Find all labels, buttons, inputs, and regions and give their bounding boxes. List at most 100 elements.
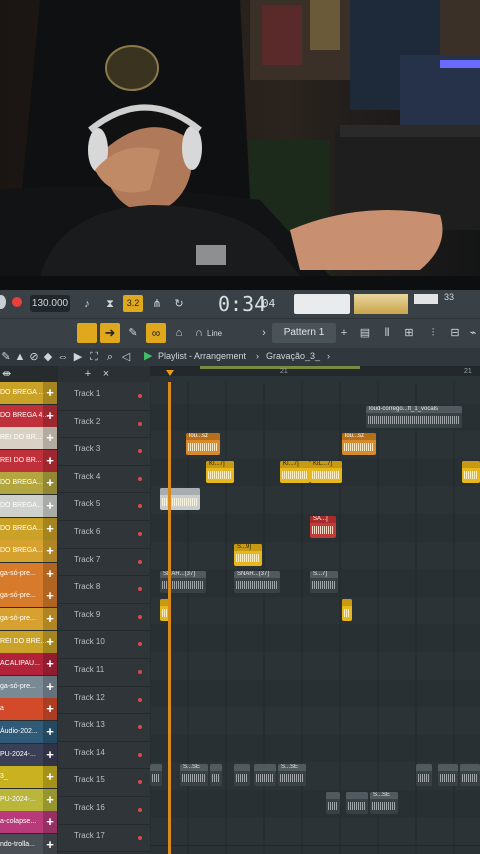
audio-clip[interactable] <box>326 792 340 814</box>
track-mute-led[interactable] <box>138 532 142 536</box>
track-mute-led[interactable] <box>138 421 142 426</box>
add-pattern-icon[interactable]: + <box>43 449 57 472</box>
tool-icon[interactable]: ✎ <box>0 348 12 366</box>
add-pattern-icon[interactable]: + <box>43 608 57 630</box>
prev-pattern-icon[interactable]: › <box>259 324 269 342</box>
add-pattern-icon[interactable]: + <box>43 427 57 450</box>
track-mute-led[interactable] <box>138 670 142 674</box>
pattern-item[interactable]: DO BREGA... + <box>0 517 57 540</box>
metronome-icon[interactable]: ♪ <box>78 295 96 313</box>
audio-clip[interactable] <box>210 764 222 787</box>
audio-clip[interactable]: S...9] <box>234 543 262 566</box>
mixer-icon[interactable]: ⫴ <box>378 324 396 342</box>
close-track-icon[interactable]: × <box>100 365 112 383</box>
add-pattern-icon[interactable]: + <box>43 811 57 834</box>
loop-icon[interactable]: ↻ <box>170 295 188 313</box>
speaker-icon[interactable]: ◁ <box>120 348 132 366</box>
tempo-display[interactable]: 130.000 <box>30 295 70 312</box>
playhead[interactable] <box>168 382 171 854</box>
track-header[interactable]: Track 13 <box>58 713 150 742</box>
pattern-item[interactable]: a-colapse... + <box>0 811 57 834</box>
browser-icon[interactable]: ⊟ <box>446 324 464 342</box>
audio-clip[interactable]: loud-corrego...ft_1_vocals <box>366 405 462 428</box>
track-header[interactable]: Track 2 <box>58 410 150 439</box>
audio-clip[interactable]: S...7] <box>310 571 338 594</box>
pattern-item[interactable]: DO BREGA... + <box>0 472 57 495</box>
add-pattern-icon[interactable]: + <box>43 675 57 698</box>
audio-clip[interactable]: SNAR...(37] <box>160 571 206 594</box>
pattern-item[interactable]: Áudio-202... + <box>0 721 57 743</box>
stamp-icon[interactable]: ⌂ <box>170 324 188 342</box>
track-header[interactable]: Track 1 <box>58 382 150 411</box>
track-mute-led[interactable] <box>138 752 142 757</box>
track-mute-led[interactable] <box>138 614 142 619</box>
blend-icon[interactable]: ⋔ <box>148 295 166 313</box>
pattern-item[interactable]: PU-2024-... + <box>0 743 57 766</box>
pattern-item[interactable]: DO BREGA... + <box>0 540 57 563</box>
add-pattern-icon[interactable]: + <box>43 743 57 766</box>
track-mute-led[interactable] <box>138 394 142 398</box>
add-pattern-icon[interactable]: + <box>43 517 57 540</box>
track-header[interactable]: Track 9 <box>58 603 150 632</box>
playlist-icon[interactable]: ▤ <box>356 324 374 342</box>
track-mute-led[interactable] <box>138 780 142 785</box>
pattern-item[interactable]: PU-2024-... + <box>0 788 57 811</box>
track-mute-led[interactable] <box>138 476 142 481</box>
track-header[interactable]: Track 15 <box>58 768 150 797</box>
add-pattern-icon[interactable]: + <box>43 540 57 563</box>
piano-icon[interactable] <box>77 323 97 343</box>
track-mute-led[interactable] <box>138 504 142 509</box>
audio-clip[interactable]: SNAR...(37] <box>234 571 280 594</box>
channel-rack-icon[interactable]: ⊞ <box>400 324 418 342</box>
track-header[interactable]: Track 7 <box>58 548 150 577</box>
brush-icon[interactable]: ✎ <box>124 324 142 342</box>
pattern-item[interactable]: ga-só-pre... + <box>0 562 57 585</box>
track-header[interactable]: Track 16 <box>58 796 150 825</box>
pattern-item[interactable]: ACALIPAU... + <box>0 653 57 676</box>
add-pattern-icon[interactable]: + <box>43 585 57 608</box>
magnet-icon[interactable]: ∩ <box>193 324 205 342</box>
audio-clip[interactable]: KIL...7] <box>310 460 342 483</box>
audio-clip[interactable] <box>346 792 368 814</box>
audio-clip[interactable]: S...SE <box>370 792 398 814</box>
add-pattern-icon[interactable]: + <box>43 698 57 721</box>
audio-clip[interactable]: KI...7] <box>206 460 234 483</box>
add-pattern-icon[interactable]: + <box>43 721 57 743</box>
add-pattern-icon[interactable]: + <box>338 324 350 342</box>
zoom-select-icon[interactable]: ⛶ <box>88 348 100 366</box>
slip-icon[interactable]: ◆ <box>42 348 54 366</box>
arrangement-dropdown-icon[interactable]: › <box>327 351 330 361</box>
pattern-item[interactable]: ga-só-pre... + <box>0 585 57 608</box>
track-mute-led[interactable] <box>138 808 142 812</box>
audio-clip[interactable]: SA...] <box>310 516 336 538</box>
pattern-item[interactable]: REI DO BRE... + <box>0 630 57 653</box>
plugin-icon[interactable]: ⌁ <box>466 324 480 342</box>
pattern-item[interactable]: a + <box>0 698 57 721</box>
pattern-item[interactable]: ga-só-pre... + <box>0 675 57 698</box>
track-mute-led[interactable] <box>138 559 142 564</box>
track-mute-led[interactable] <box>138 587 142 592</box>
track-header[interactable]: Track 12 <box>58 686 150 715</box>
track-mute-led[interactable] <box>138 697 142 702</box>
track-header[interactable]: Track 3 <box>58 437 150 466</box>
add-pattern-icon[interactable]: + <box>43 766 57 789</box>
pattern-item[interactable]: DO BREGA ... + <box>0 382 57 404</box>
audio-clip[interactable] <box>342 598 352 621</box>
add-pattern-icon[interactable]: + <box>43 788 57 811</box>
pattern-item[interactable]: DO BREGA... + <box>0 495 57 517</box>
mute-icon[interactable]: ⊘ <box>28 348 40 366</box>
track-mute-led[interactable] <box>138 835 142 840</box>
wait-icon[interactable]: ⧗ <box>100 295 120 313</box>
add-pattern-icon[interactable]: + <box>43 834 57 854</box>
add-pattern-icon[interactable]: + <box>43 562 57 585</box>
audio-clip[interactable] <box>438 764 458 787</box>
audio-clip[interactable] <box>460 764 480 787</box>
track-mute-led[interactable] <box>138 642 142 647</box>
track-header[interactable]: Track 6 <box>58 520 150 549</box>
link-icon[interactable]: ∞ <box>146 323 166 343</box>
pattern-item[interactable]: ndo-trolla... + <box>0 834 57 854</box>
zoom-icon[interactable]: ⌕ <box>104 348 116 366</box>
track-header[interactable]: Track 5 <box>58 492 150 521</box>
pattern-item[interactable]: DO BREGA 4... + <box>0 404 57 427</box>
track-header[interactable]: Track 11 <box>58 658 150 687</box>
